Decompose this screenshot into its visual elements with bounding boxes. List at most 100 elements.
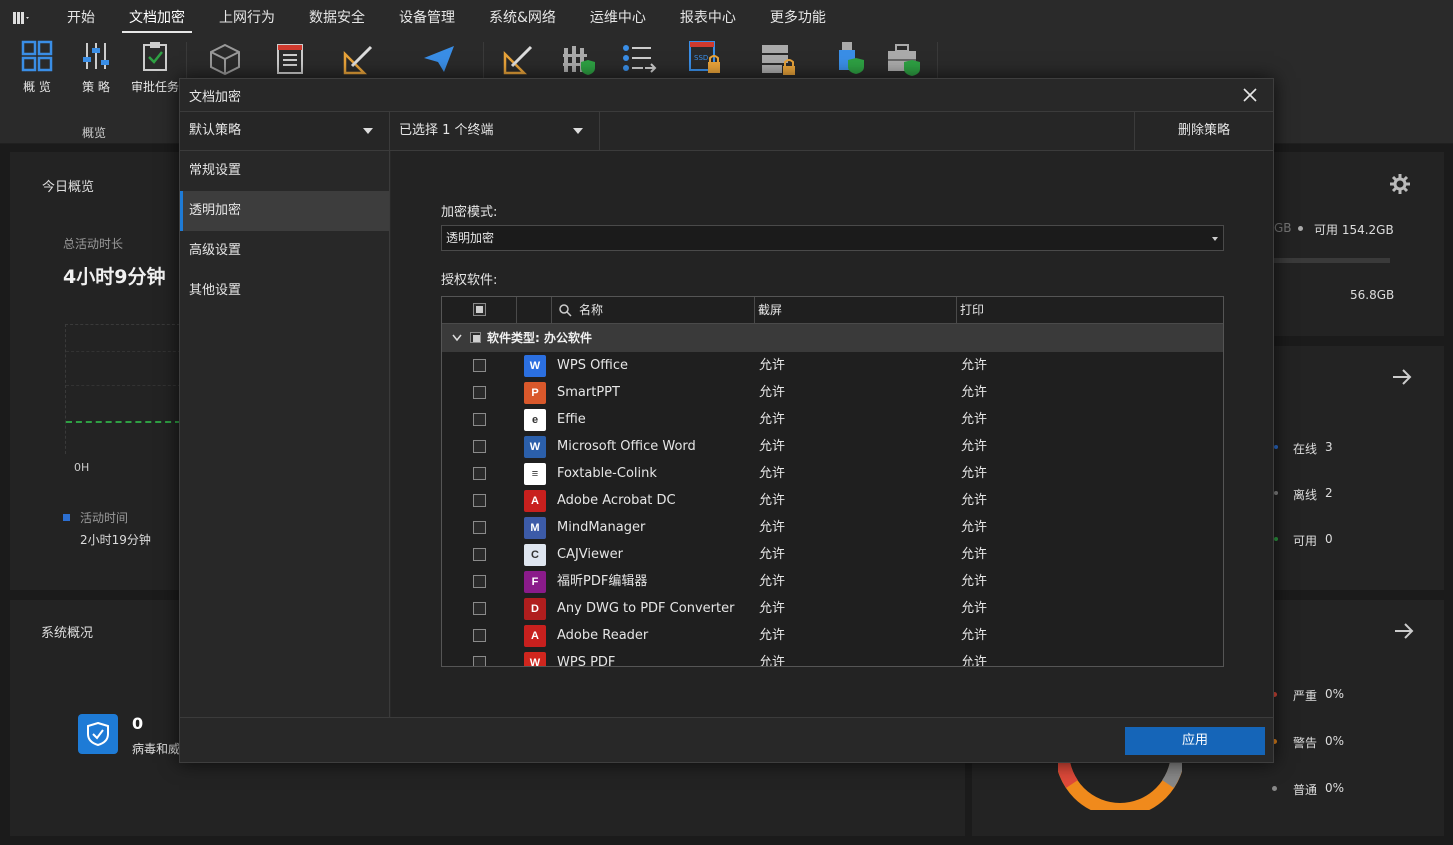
search-icon[interactable] [559, 304, 572, 317]
screenshot-permission[interactable]: 允许 [759, 406, 785, 433]
print-permission[interactable]: 允许 [961, 568, 987, 595]
close-icon[interactable] [1241, 86, 1259, 104]
screenshot-permission[interactable]: 允许 [759, 460, 785, 487]
delete-policy-button[interactable]: 删除策略 [1134, 112, 1273, 150]
screenshot-permission[interactable]: 允许 [759, 595, 785, 622]
screenshot-permission[interactable]: 允许 [759, 541, 785, 568]
briefcase-shield-icon[interactable] [886, 42, 922, 76]
table-row[interactable]: W WPS PDF 允许 允许 [442, 649, 1223, 666]
gear-icon[interactable] [1390, 174, 1410, 194]
app-menu-icon[interactable] [6, 0, 36, 36]
menu-item[interactable]: 设备管理 [382, 0, 472, 36]
screenshot-permission[interactable]: 允许 [759, 433, 785, 460]
terminal-dropdown[interactable]: 已选择 1 个终端 [390, 112, 600, 150]
row-checkbox[interactable] [473, 494, 486, 507]
table-row[interactable]: C CAJViewer 允许 允许 [442, 541, 1223, 568]
row-checkbox[interactable] [473, 413, 486, 426]
menu-item[interactable]: 更多功能 [753, 0, 843, 36]
group-row[interactable]: 软件类型: 办公软件 [442, 324, 1223, 352]
active-time-label: 总活动时长 [63, 237, 124, 251]
arrow-right-icon[interactable] [1394, 622, 1414, 640]
table-row[interactable]: A Adobe Acrobat DC 允许 允许 [442, 487, 1223, 514]
print-permission[interactable]: 允许 [961, 406, 987, 433]
chevron-down-icon[interactable] [452, 334, 462, 342]
menu-item[interactable]: 系统&网络 [472, 0, 573, 36]
column-print[interactable]: 打印 [960, 297, 984, 323]
print-permission[interactable]: 允许 [961, 622, 987, 649]
side-nav-item[interactable]: 高级设置 [180, 231, 389, 271]
row-checkbox[interactable] [473, 629, 486, 642]
table-row[interactable]: ≡ Foxtable-Colink 允许 允许 [442, 460, 1223, 487]
side-nav-item[interactable]: 透明加密 [180, 191, 389, 231]
ruler-pencil-icon[interactable] [342, 42, 376, 76]
print-permission[interactable]: 允许 [961, 487, 987, 514]
screenshot-permission[interactable]: 允许 [759, 514, 785, 541]
menu-item[interactable]: 上网行为 [202, 0, 292, 36]
table-row[interactable]: W Microsoft Office Word 允许 允许 [442, 433, 1223, 460]
group-checkbox[interactable] [470, 332, 481, 343]
print-permission[interactable]: 允许 [961, 352, 987, 379]
column-name[interactable]: 名称 [579, 297, 603, 323]
list-arrows-icon[interactable] [621, 42, 657, 76]
policy-button[interactable]: 策 略 [68, 40, 124, 95]
print-permission[interactable]: 允许 [961, 514, 987, 541]
firewall-shield-icon[interactable] [561, 42, 597, 76]
print-permission[interactable]: 允许 [961, 541, 987, 568]
column-screenshot[interactable]: 截屏 [758, 297, 782, 323]
arrow-right-icon[interactable] [1392, 368, 1412, 386]
table-row[interactable]: P SmartPPT 允许 允许 [442, 379, 1223, 406]
print-permission[interactable]: 允许 [961, 433, 987, 460]
print-permission[interactable]: 允许 [961, 460, 987, 487]
menu-item[interactable]: 开始 [50, 0, 112, 36]
table-row[interactable]: W WPS Office 允许 允许 [442, 352, 1223, 379]
row-checkbox[interactable] [473, 440, 486, 453]
table-row[interactable]: M MindManager 允许 允许 [442, 514, 1223, 541]
row-checkbox[interactable] [473, 386, 486, 399]
today-overview-panel: 今日概览 总活动时长 4小时9分钟 0H 活动时间 2小时19分钟 [10, 152, 181, 590]
print-permission[interactable]: 允许 [961, 595, 987, 622]
row-checkbox[interactable] [473, 467, 486, 480]
menu-item[interactable]: 数据安全 [292, 0, 382, 36]
document-list-icon[interactable] [274, 42, 306, 76]
ssd-lock-icon[interactable]: SSD [688, 40, 722, 76]
overview-button[interactable]: 概 览 [9, 40, 65, 95]
encryption-mode-value: 透明加密 [446, 231, 495, 245]
print-permission[interactable]: 允许 [961, 649, 987, 666]
table-row[interactable]: D Any DWG to PDF Converter 允许 允许 [442, 595, 1223, 622]
row-checkbox[interactable] [473, 359, 486, 372]
apply-button[interactable]: 应用 [1125, 727, 1265, 755]
terminal-status-label: 在线 [1293, 442, 1318, 456]
server-lock-icon[interactable] [760, 42, 796, 76]
usb-shield-icon[interactable] [834, 40, 866, 76]
software-table: 名称 截屏 打印 软件类型: 办公软件 W WPS Office 允许 允许 P Smar… [441, 296, 1224, 667]
disk-partial-label: GB [1274, 221, 1292, 235]
paper-plane-icon[interactable] [422, 44, 456, 74]
menu-item[interactable]: 报表中心 [663, 0, 753, 36]
screenshot-permission[interactable]: 允许 [759, 379, 785, 406]
screenshot-permission[interactable]: 允许 [759, 352, 785, 379]
select-all-checkbox[interactable] [473, 303, 486, 316]
screenshot-permission[interactable]: 允许 [759, 649, 785, 666]
row-checkbox[interactable] [473, 656, 486, 666]
menu-item[interactable]: 文档加密 [112, 0, 202, 36]
cube-icon[interactable] [208, 42, 242, 76]
ruler-pencil-icon[interactable] [502, 42, 536, 76]
row-checkbox[interactable] [473, 575, 486, 588]
row-checkbox[interactable] [473, 521, 486, 534]
side-nav-item[interactable]: 常规设置 [180, 151, 389, 191]
table-row[interactable]: A Adobe Reader 允许 允许 [442, 622, 1223, 649]
encryption-mode-select[interactable]: 透明加密 [441, 225, 1224, 251]
menu-item[interactable]: 运维中心 [573, 0, 663, 36]
print-permission[interactable]: 允许 [961, 379, 987, 406]
policy-dropdown[interactable]: 默认策略 [180, 112, 390, 150]
side-nav-item[interactable]: 其他设置 [180, 271, 389, 311]
screenshot-permission[interactable]: 允许 [759, 622, 785, 649]
row-checkbox[interactable] [473, 548, 486, 561]
screenshot-permission[interactable]: 允许 [759, 568, 785, 595]
row-checkbox[interactable] [473, 602, 486, 615]
ribbon-group-label: 概览 [82, 126, 107, 140]
approval-button[interactable]: 审批任务 [127, 40, 183, 95]
screenshot-permission[interactable]: 允许 [759, 487, 785, 514]
table-row[interactable]: e Effie 允许 允许 [442, 406, 1223, 433]
table-row[interactable]: F 福昕PDF编辑器 允许 允许 [442, 568, 1223, 595]
